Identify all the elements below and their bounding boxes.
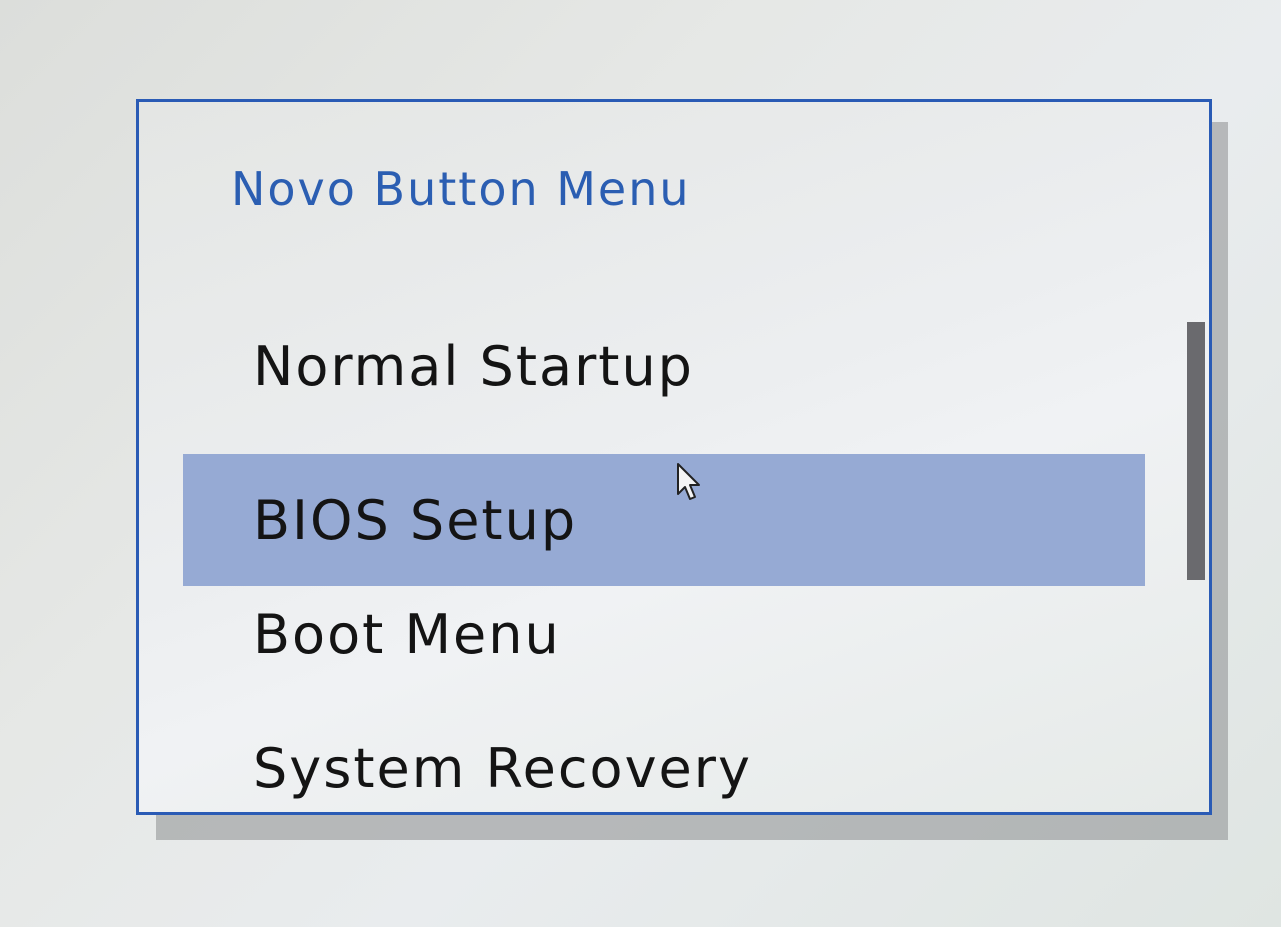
bios-screen: Novo Button Menu Normal Startup BIOS Set… <box>0 0 1281 927</box>
menu-item-label: System Recovery <box>253 736 752 800</box>
scrollbar-thumb[interactable] <box>1187 322 1205 580</box>
menu-item-label: BIOS Setup <box>253 488 578 552</box>
menu-item-label: Boot Menu <box>253 602 561 666</box>
menu-item-normal-startup[interactable]: Normal Startup <box>183 300 1145 432</box>
menu-item-bios-setup[interactable]: BIOS Setup <box>183 454 1145 586</box>
scrollbar[interactable] <box>1187 322 1205 792</box>
novo-button-menu-dialog: Novo Button Menu Normal Startup BIOS Set… <box>136 99 1212 815</box>
menu-item-label: Normal Startup <box>253 334 694 398</box>
menu-item-boot-menu[interactable]: Boot Menu <box>183 568 1145 700</box>
menu-item-system-recovery[interactable]: System Recovery <box>183 702 1145 834</box>
menu-list: Normal Startup BIOS Setup Boot Menu Syst… <box>139 102 1209 812</box>
mouse-pointer-icon <box>677 463 700 500</box>
